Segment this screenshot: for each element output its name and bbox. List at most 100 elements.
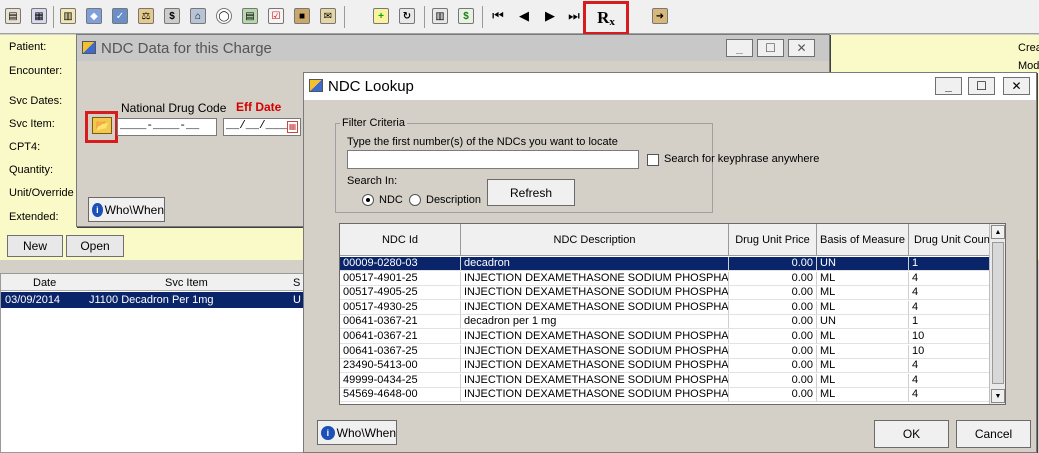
cell-count: 4 [909, 286, 990, 301]
prev-record-icon[interactable]: ◀ [514, 6, 534, 26]
close-button[interactable]: ✕ [788, 39, 815, 57]
cell-desc: INJECTION DEXAMETHASONE SODIUM PHOSPHAT [461, 388, 729, 403]
shield-check-icon[interactable]: ✓ [110, 6, 130, 26]
table-row[interactable]: 49999-0434-25 INJECTION DEXAMETHASONE SOD… [340, 373, 990, 388]
cell-count: 10 [909, 344, 990, 359]
who-when-button[interactable]: i Who\When [88, 197, 165, 222]
table-row[interactable]: 03/09/2014 J1100 Decadron Per 1mg U [1, 292, 305, 308]
grid-icon[interactable]: ▤ [240, 6, 260, 26]
exit-icon[interactable]: ➜ [650, 6, 670, 26]
folder-open-icon[interactable]: 📂 [92, 117, 112, 134]
minimize-button[interactable]: _ [935, 77, 962, 95]
shield-icon[interactable]: ◆ [84, 6, 104, 26]
spreadsheet-plus-icon[interactable]: + [371, 6, 391, 26]
cell-ndc: 00009-0280-03 [340, 257, 461, 271]
close-button[interactable]: ✕ [1003, 77, 1030, 95]
window-icon [82, 41, 96, 54]
grid-header: NDC Id NDC Description Drug Unit Price B… [340, 224, 990, 256]
cell-desc: decadron [461, 257, 729, 271]
maximize-button[interactable]: ☐ [968, 77, 995, 95]
info-icon: i [321, 425, 335, 440]
new-button[interactable]: New [7, 235, 63, 257]
cell-desc: INJECTION DEXAMETHASONE SODIUM PHOSPHAT [461, 300, 729, 315]
table-icon[interactable]: ▥ [58, 6, 78, 26]
cell-price: 0.00 [729, 257, 817, 271]
cell-count: 4 [909, 388, 990, 403]
table-row[interactable]: 23490-5413-00 INJECTION DEXAMETHASONE SOD… [340, 359, 990, 374]
spreadsheet-icon[interactable]: ▥ [430, 6, 450, 26]
search-in-label: Search In: [347, 175, 398, 187]
national-drug-code-label: National Drug Code [121, 101, 227, 115]
table-row[interactable]: 00641-0367-21 INJECTION DEXAMETHASONE SOD… [340, 330, 990, 344]
svc-item-label: Svc Item: [9, 118, 55, 130]
cell-basis: ML [817, 286, 909, 301]
cell-count: 1 [909, 257, 990, 271]
row-svc-item: J1100 Decadron Per 1mg [89, 294, 214, 306]
cell-price: 0.00 [729, 344, 817, 359]
bank-icon[interactable]: ⌂ [188, 6, 208, 26]
who-when-button[interactable]: i Who\When [317, 420, 397, 445]
col-ndc-description[interactable]: NDC Description [461, 224, 729, 256]
cell-ndc: 00517-4901-25 [340, 271, 461, 286]
type-prompt: Type the first number(s) of the NDCs you… [347, 136, 618, 148]
radio-ndc[interactable] [362, 194, 374, 206]
ndc-search-input[interactable] [347, 150, 639, 169]
col-svc-item[interactable]: Svc Item [165, 277, 208, 289]
document-icon[interactable]: ▤ [3, 6, 23, 26]
next-record-icon[interactable]: ▶ [540, 6, 560, 26]
table-row[interactable]: 00517-4930-25 INJECTION DEXAMETHASONE SOD… [340, 300, 990, 315]
cell-basis: ML [817, 344, 909, 359]
rx-icon[interactable]: Rx [583, 1, 629, 35]
ndc-results-grid[interactable]: NDC Id NDC Description Drug Unit Price B… [339, 223, 1006, 405]
globe-icon[interactable]: ◯ [214, 6, 234, 26]
dollar-icon[interactable]: $ [456, 6, 476, 26]
col-drug-unit-price[interactable]: Drug Unit Price [729, 224, 817, 256]
cancel-button[interactable]: Cancel [956, 420, 1031, 448]
last-record-icon[interactable]: ⏭ [564, 6, 584, 26]
table-row[interactable]: 00517-4905-25 INJECTION DEXAMETHASONE SOD… [340, 286, 990, 301]
col-drug-unit-count[interactable]: Drug Unit Count [909, 224, 990, 256]
charges-list[interactable]: Date Svc Item S 03/09/2014 J1100 Decadro… [0, 273, 306, 453]
open-button[interactable]: Open [66, 235, 124, 257]
checklist-icon[interactable]: ☑ [266, 6, 286, 26]
ndc-data-title: NDC Data for this Charge [101, 39, 272, 57]
keyphrase-checkbox[interactable] [647, 154, 659, 166]
ndc-lookup-titlebar[interactable]: NDC Lookup _ ☐ ✕ [304, 73, 1036, 100]
scroll-up-icon[interactable]: ▲ [991, 225, 1005, 239]
first-record-icon[interactable]: ⏮ [488, 6, 508, 26]
cell-basis: ML [817, 373, 909, 388]
ndc-data-titlebar[interactable]: NDC Data for this Charge _ ☐ ✕ [77, 35, 829, 61]
table-row[interactable]: 00641-0367-21 decadron per 1 mg 0.00 UN 1 [340, 315, 990, 330]
cell-price: 0.00 [729, 330, 817, 344]
ok-button[interactable]: OK [874, 420, 949, 448]
cell-count: 1 [909, 315, 990, 330]
calendar-icon[interactable]: ▦ [29, 6, 49, 26]
letter-icon[interactable]: ✉ [318, 6, 338, 26]
calendar-icon[interactable]: ▦ [287, 121, 298, 133]
maximize-button[interactable]: ☐ [757, 39, 784, 57]
vertical-scrollbar[interactable]: ▲ ▼ [989, 224, 1005, 404]
people-dollar-icon[interactable]: $ [162, 6, 182, 26]
cell-ndc: 00641-0367-21 [340, 330, 461, 344]
scroll-down-icon[interactable]: ▼ [991, 389, 1005, 403]
cell-basis: ML [817, 359, 909, 374]
recycle-icon[interactable]: ↻ [397, 6, 417, 26]
minimize-button[interactable]: _ [726, 39, 753, 57]
table-row[interactable]: 00641-0367-25 INJECTION DEXAMETHASONE SOD… [340, 344, 990, 359]
radio-description[interactable] [409, 194, 421, 206]
table-row[interactable]: 00517-4901-25 INJECTION DEXAMETHASONE SOD… [340, 271, 990, 286]
box-icon[interactable]: ■ [292, 6, 312, 26]
table-row[interactable]: 54569-4648-00 INJECTION DEXAMETHASONE SOD… [340, 388, 990, 403]
ndc-code-input[interactable]: ____-____-__ [117, 118, 217, 136]
col-s[interactable]: S [293, 277, 300, 289]
col-ndc-id[interactable]: NDC Id [340, 224, 461, 256]
scroll-thumb[interactable] [992, 242, 1004, 384]
col-date[interactable]: Date [33, 277, 56, 289]
refresh-button[interactable]: Refresh [487, 179, 575, 206]
cell-price: 0.00 [729, 271, 817, 286]
rx-sub: x [609, 16, 615, 28]
table-row[interactable]: 00009-0280-03 decadron 0.00 UN 1 [340, 257, 990, 271]
col-basis-of-measure[interactable]: Basis of Measure [817, 224, 909, 256]
cell-count: 10 [909, 330, 990, 344]
scales-icon[interactable]: ⚖ [136, 6, 156, 26]
